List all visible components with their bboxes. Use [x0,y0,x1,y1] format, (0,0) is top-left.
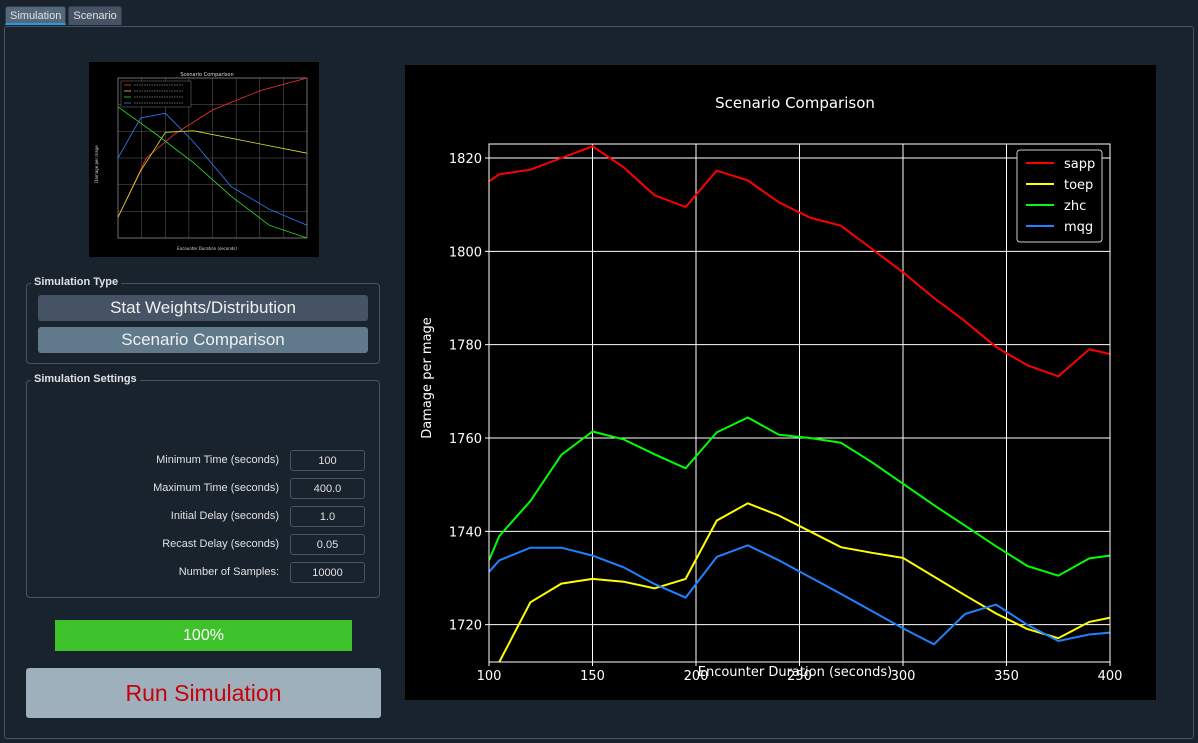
x-tick-label: 400 [1098,669,1123,684]
initial-delay-label: Initial Delay (seconds) [170,510,279,522]
run-simulation-button[interactable]: Run Simulation [26,668,381,718]
x-tick-label: 150 [580,669,605,684]
min-time-label: Minimum Time (seconds) [156,454,279,466]
recast-delay-input[interactable] [290,534,365,555]
thumbnail-title: Scenario Comparison [180,72,233,78]
simulation-settings-group: Simulation Settings Minimum Time (second… [26,373,380,598]
samples-label: Number of Samples: [178,566,279,578]
tab-simulation[interactable]: Simulation [5,6,67,25]
scenario-comparison-chart: Scenario Comparison Encounter Duration (… [420,94,1123,684]
setting-row-recast-delay: Recast Delay (seconds) [27,534,379,556]
max-time-label: Maximum Time (seconds) [153,482,279,494]
y-tick-label: 1800 [449,245,482,260]
setting-row-max-time: Maximum Time (seconds) [27,478,379,500]
setting-row-min-time: Minimum Time (seconds) [27,450,379,472]
legend-label-toep: toep [1064,178,1093,193]
chart-thumbnail: Scenario Comparison Encounter Duration (… [89,62,319,257]
thumbnail-xlabel: Encounter Duration (seconds) [177,246,237,251]
x-tick-label: 100 [477,669,502,684]
simulation-settings-title: Simulation Settings [31,373,140,385]
tab-scenario[interactable]: Scenario [68,6,122,25]
stat-weights-button[interactable]: Stat Weights/Distribution [38,295,368,321]
setting-row-samples: Number of Samples: [27,562,379,584]
simulation-type-title: Simulation Type [31,276,122,288]
legend-label-zhc: zhc [1064,199,1086,214]
samples-input[interactable] [290,562,365,583]
x-tick-label: 200 [684,669,709,684]
x-tick-label: 300 [891,669,916,684]
initial-delay-input[interactable] [290,506,365,527]
legend-label-mqg: mqg [1064,220,1093,235]
x-tick-label: 350 [994,669,1019,684]
x-tick-label: 250 [787,669,812,684]
chart-legend: sapp toep zhc mqg [1016,149,1103,243]
thumbnail-plot [117,77,308,239]
thumbnail-svg: Scenario Comparison Encounter Duration (… [94,72,308,251]
simulation-tab-panel: Scenario Comparison Encounter Duration (… [4,26,1194,739]
thumbnail-ylabel: Damage per mage [94,145,99,183]
simulation-type-group: Simulation Type Stat Weights/Distributio… [26,276,380,364]
setting-row-initial-delay: Initial Delay (seconds) [27,506,379,528]
y-tick-label: 1780 [449,339,482,354]
y-tick-label: 1720 [449,619,482,634]
progress-bar: 100% [55,620,352,651]
y-tick-label: 1820 [449,152,482,167]
tab-bar: Simulation Scenario [5,6,122,26]
scenario-comparison-button[interactable]: Scenario Comparison [38,327,368,353]
chart-title: Scenario Comparison [715,94,875,112]
min-time-input[interactable] [290,450,365,471]
recast-delay-label: Recast Delay (seconds) [162,538,279,550]
chart-area: Scenario Comparison Encounter Duration (… [405,65,1156,700]
legend-label-sapp: sapp [1064,157,1095,172]
chart-ylabel: Damage per mage [420,317,435,439]
max-time-input[interactable] [290,478,365,499]
y-tick-label: 1740 [449,525,482,540]
y-tick-label: 1760 [449,432,482,447]
